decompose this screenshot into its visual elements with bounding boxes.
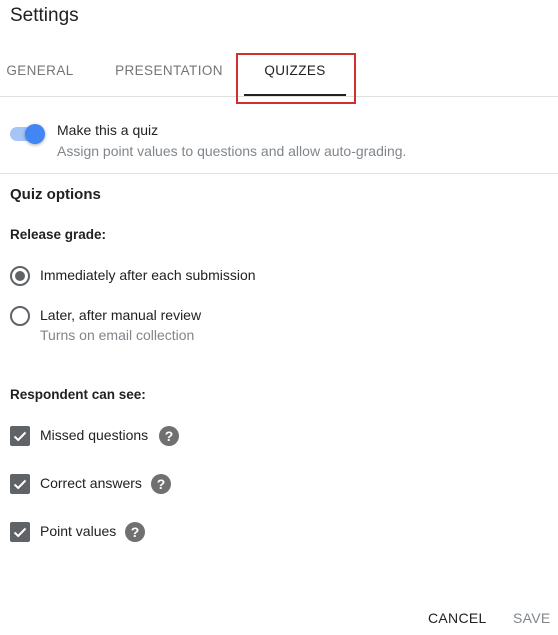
missed-questions-checkbox[interactable]	[10, 426, 30, 446]
point-values-checkbox[interactable]	[10, 522, 30, 542]
make-quiz-switch[interactable]	[10, 122, 46, 146]
help-circle-icon[interactable]: ?	[125, 522, 145, 542]
correct-answers-label[interactable]: Correct answers	[40, 475, 142, 491]
active-tab-indicator	[244, 94, 346, 96]
respondent-can-see-label: Respondent can see:	[10, 387, 146, 402]
cancel-button[interactable]: CANCEL	[428, 610, 487, 626]
make-quiz-label: Make this a quiz	[57, 122, 159, 138]
make-quiz-description: Assign point values to questions and all…	[57, 143, 407, 159]
tab-general[interactable]: GENERAL	[0, 48, 80, 96]
section-divider	[0, 173, 558, 174]
check-icon	[13, 431, 27, 442]
release-later-radio[interactable]	[10, 306, 30, 326]
save-button[interactable]: SAVE	[513, 610, 551, 626]
check-icon	[13, 479, 27, 490]
correct-answers-checkbox[interactable]	[10, 474, 30, 494]
radio-selected-dot	[15, 271, 25, 281]
quiz-options-title: Quiz options	[10, 186, 101, 203]
point-values-label[interactable]: Point values	[40, 523, 116, 539]
release-grade-label: Release grade:	[10, 227, 107, 242]
release-immediately-radio[interactable]	[10, 266, 30, 286]
release-later-sublabel: Turns on email collection	[40, 327, 195, 343]
dialog-title: Settings	[10, 5, 79, 26]
tab-quizzes-label: QUIZZES	[264, 63, 326, 78]
release-later-label[interactable]: Later, after manual review	[40, 307, 201, 323]
tab-bar: GENERAL PRESENTATION QUIZZES	[0, 48, 558, 97]
tab-quizzes[interactable]: QUIZZES	[244, 48, 346, 96]
tab-presentation[interactable]: PRESENTATION	[108, 48, 230, 96]
switch-thumb	[25, 124, 45, 144]
help-circle-icon[interactable]: ?	[159, 426, 179, 446]
missed-questions-label[interactable]: Missed questions	[40, 427, 148, 443]
release-immediately-label[interactable]: Immediately after each submission	[40, 267, 256, 283]
check-icon	[13, 527, 27, 538]
help-circle-icon[interactable]: ?	[151, 474, 171, 494]
